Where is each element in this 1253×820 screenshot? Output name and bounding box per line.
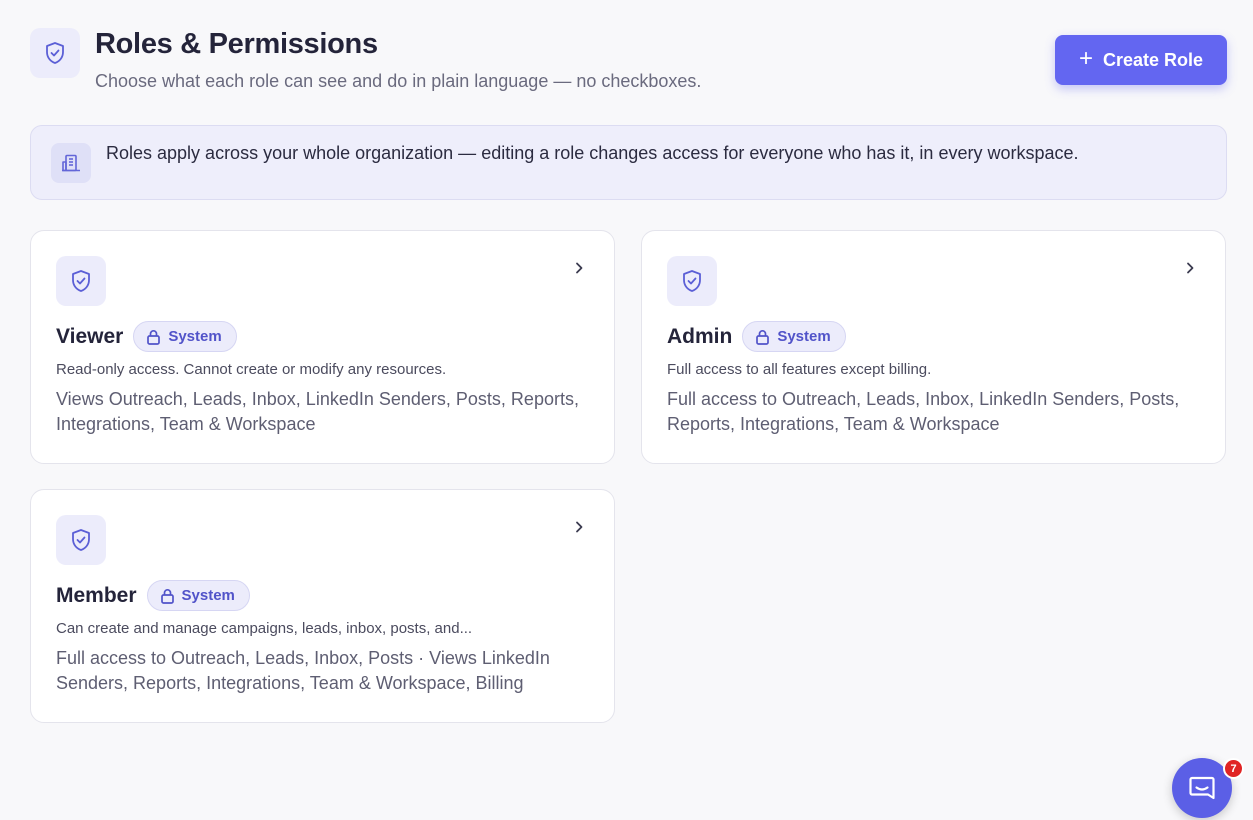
badge-label: System <box>168 328 222 345</box>
banner-text: Roles apply across your whole organizati… <box>106 143 1079 163</box>
roles-permissions-page: Roles & Permissions Choose what each rol… <box>0 0 1253 820</box>
role-permissions: Views Outreach, Leads, Inbox, LinkedIn S… <box>56 389 579 434</box>
system-badge: System <box>742 321 846 352</box>
page-title: Roles & Permissions <box>95 28 378 60</box>
shield-check-icon <box>667 256 717 306</box>
unread-count-badge: 7 <box>1223 758 1244 779</box>
role-card-viewer[interactable]: Viewer System Read-only access. Cannot c… <box>30 230 615 464</box>
lock-icon <box>160 588 174 604</box>
shield-check-icon <box>56 515 106 565</box>
system-badge: System <box>133 321 237 352</box>
create-role-label: Create Role <box>1102 49 1204 70</box>
page-subtitle: Choose what each role can see and do in … <box>95 71 702 91</box>
create-role-button[interactable]: + Create Role <box>1055 35 1227 85</box>
role-name: Admin <box>667 324 733 348</box>
chevron-right-icon[interactable] <box>572 261 586 275</box>
role-description: Can create and manage campaigns, leads, … <box>56 620 473 637</box>
role-name: Member <box>56 583 137 607</box>
badge-label: System <box>181 587 235 604</box>
chevron-right-icon[interactable] <box>1183 261 1197 275</box>
role-card-admin[interactable]: Admin System Full access to all features… <box>641 230 1226 464</box>
lock-icon <box>756 329 770 345</box>
system-badge: System <box>146 580 250 611</box>
role-description: Full access to all features except billi… <box>667 361 932 378</box>
plus-icon: + <box>1078 45 1093 72</box>
role-card-member[interactable]: Member System Can create and manage camp… <box>30 489 615 723</box>
info-banner: Roles apply across your whole organizati… <box>30 125 1227 200</box>
role-name: Viewer <box>56 324 124 348</box>
building-icon <box>51 143 91 183</box>
chat-icon <box>1189 776 1215 800</box>
lock-icon <box>147 329 161 345</box>
role-permissions: Full access to Outreach, Leads, Inbox, P… <box>56 648 550 693</box>
shield-check-icon <box>56 256 106 306</box>
role-description: Read-only access. Cannot create or modif… <box>56 361 447 378</box>
role-permissions: Full access to Outreach, Leads, Inbox, L… <box>667 389 1180 434</box>
chevron-right-icon[interactable] <box>572 520 586 534</box>
badge-label: System <box>777 328 831 345</box>
shield-check-icon <box>30 28 80 78</box>
